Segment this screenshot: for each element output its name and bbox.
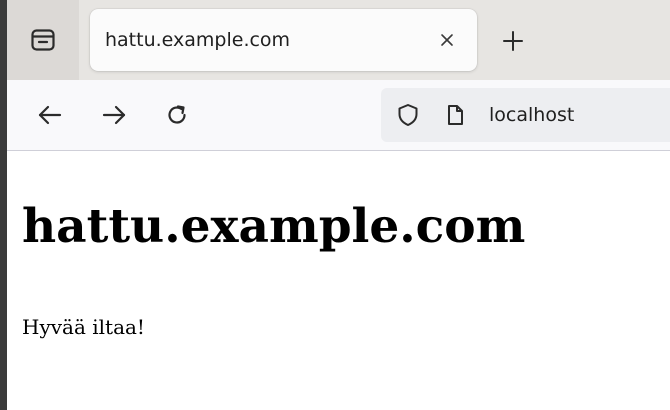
reload-button[interactable] (163, 101, 191, 129)
tab-bar: hattu.example.com (0, 0, 670, 80)
site-info-button[interactable] (444, 102, 466, 128)
page-icon (446, 104, 464, 126)
tab-overview-icon (31, 29, 55, 51)
tab-active[interactable]: hattu.example.com (90, 9, 477, 71)
plus-icon (502, 30, 524, 52)
browser-window: hattu.example.com localhost hattu.exampl… (0, 0, 670, 410)
url-bar[interactable]: localhost (381, 88, 670, 142)
reload-icon (165, 103, 189, 127)
forward-button[interactable] (100, 101, 128, 129)
tracking-protection-button[interactable] (395, 102, 421, 128)
page-content: hattu.example.com Hyvää iltaa! (7, 151, 670, 410)
arrow-left-icon (37, 104, 63, 126)
back-button[interactable] (36, 101, 64, 129)
window-frame-edge (0, 0, 7, 410)
url-text[interactable]: localhost (489, 88, 574, 142)
tab-overview-button[interactable] (7, 0, 79, 80)
page-heading: hattu.example.com (22, 199, 526, 254)
arrow-right-icon (101, 104, 127, 126)
navigation-toolbar: localhost (0, 80, 670, 151)
close-icon (439, 32, 455, 48)
shield-icon (397, 103, 419, 127)
tab-title: hattu.example.com (105, 29, 291, 51)
tab-close-button[interactable] (437, 30, 457, 50)
new-tab-button[interactable] (500, 28, 526, 54)
page-paragraph: Hyvää iltaa! (22, 315, 145, 339)
